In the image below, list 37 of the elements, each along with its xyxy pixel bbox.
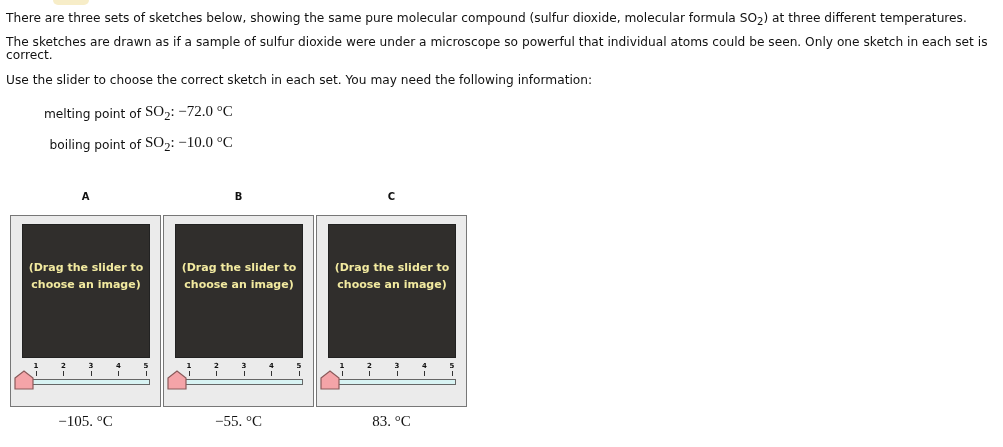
info-value: SO$_{2}$: −10.0 °C [144, 134, 233, 156]
slider-prompt: (Drag the slider to choose an image) [333, 260, 451, 294]
instruction-text: There are three sets of sketches below, showing the same pure molecular compound (sulfur dioxide, molecular formula SO$_{2}$) at three different temperatures. [6, 12, 968, 29]
slider-prompt: (Drag the slider to choose an image) [27, 260, 145, 294]
tick-mark [118, 371, 119, 377]
tick-mark [271, 371, 272, 377]
slider-track[interactable] [14, 370, 150, 391]
instruction-text: The sketches are drawn as if a sample of sulfur dioxide were under a microscope so powerful that individual atoms could be seen. Only one sketch in each set is correct. [6, 36, 989, 63]
instruction-text: Use the slider to choose the correct sketch in each set. You may need the following information: [6, 74, 594, 88]
tick-mark [369, 371, 370, 377]
tick-mark [35, 371, 37, 377]
tick-mark [188, 371, 190, 377]
tick-mark [243, 371, 245, 377]
info-value: SO$_{2}$: −72.0 °C [144, 103, 233, 125]
temperature-label: −105. °C [58, 413, 113, 431]
slider-prompt: (Drag the slider to choose an image) [180, 260, 298, 294]
set-heading: A [81, 191, 90, 205]
slider-thumb[interactable] [14, 370, 34, 391]
tick-mark [90, 371, 92, 377]
info-label: melting point of [44, 106, 143, 121]
tick-mark [63, 371, 64, 377]
tick-mark [451, 371, 453, 377]
tick-mark [216, 371, 217, 377]
info-label: boiling point of [48, 137, 143, 152]
tick-mark [424, 371, 425, 377]
tick-mark [396, 371, 398, 377]
temperature-label: −55. °C [215, 413, 262, 431]
set-heading: C [387, 191, 396, 205]
temperature-label: 83. °C [372, 413, 411, 431]
slider-track[interactable] [320, 370, 456, 391]
tick-mark [145, 371, 147, 377]
slider-thumb[interactable] [320, 370, 340, 391]
tick-mark [341, 371, 343, 377]
set-heading: B [234, 191, 243, 205]
slider-track[interactable] [167, 370, 303, 391]
slider-thumb[interactable] [167, 370, 187, 391]
tick-mark [298, 371, 300, 377]
